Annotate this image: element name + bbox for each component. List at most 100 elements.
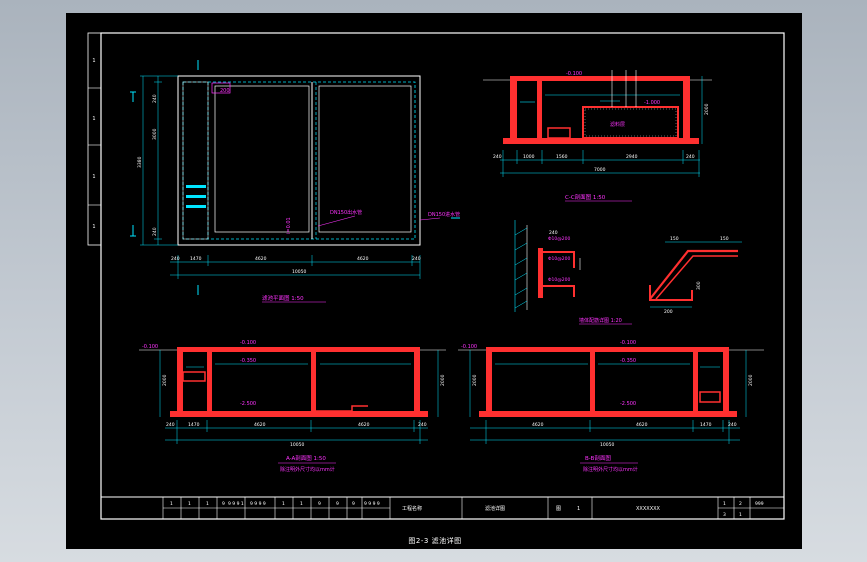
binding-text-1: 1 — [92, 58, 95, 64]
aa-level-water: -0.350 — [240, 358, 256, 364]
plan-dim-b3: 4620 — [255, 256, 267, 262]
bb-dim-b4: 240 — [728, 422, 737, 428]
bb-dim-b1: 4620 — [532, 422, 544, 428]
tb-drawing-name: 滤池详图 — [485, 505, 505, 512]
aa-divider-wall — [311, 350, 316, 412]
detail-channel-dim-side: 300 — [696, 281, 702, 290]
aa-dim-height: 2000 — [162, 374, 168, 386]
plan-dim-l1: 240 — [152, 94, 158, 103]
tb-cell-11: 9 — [352, 501, 355, 507]
tb-r3: 3 — [723, 512, 726, 518]
tb-r1: 1 — [723, 501, 726, 507]
plan-slope-label: i=0.01 — [286, 217, 292, 234]
tb-cell-9: 9 — [318, 501, 321, 507]
cc-dim-b5: 240 — [686, 154, 695, 160]
tb-cell-3: 1 — [206, 501, 209, 507]
cc-level-top: -0.100 — [566, 71, 582, 77]
tb-cell-7: 1 — [282, 501, 285, 507]
cc-level-mid: -1.000 — [644, 100, 660, 106]
aa-dim-b2: 1470 — [188, 422, 200, 428]
bb-dim-b3: 1470 — [700, 422, 712, 428]
tb-project: 工程名称 — [402, 505, 422, 512]
bb-channel-wall — [693, 350, 698, 414]
bb-title: B-B剖面图 — [585, 454, 611, 462]
aa-title: A-A剖面图 1:50 — [286, 454, 326, 462]
plan-dim-total: 10050 — [292, 269, 306, 275]
bb-dim-height: 2000 — [472, 374, 478, 386]
tb-cell-6: 9 9 9 9 — [250, 501, 266, 507]
aa-subtitle: 除注明外尺寸均以mm计 — [280, 466, 335, 473]
plan-dim-left-total: 3380 — [137, 156, 143, 168]
bb-dim-height-r: 2000 — [748, 374, 754, 386]
tb-cell-2: 1 — [188, 501, 191, 507]
cc-dim-b1: 240 — [493, 154, 502, 160]
bb-top-slab — [486, 347, 729, 352]
aa-level-top: -0.100 — [240, 340, 256, 346]
aa-right-wall — [414, 350, 420, 414]
bb-level-ground: -0.100 — [461, 344, 477, 350]
cc-dim-b4: 2940 — [626, 154, 638, 160]
tb-cell-1: 1 — [170, 501, 173, 507]
aa-base-slab — [170, 411, 428, 417]
plan-note-outlet: DN150出水管 — [330, 209, 362, 216]
tb-cell-5: 9 9 9 1 — [228, 501, 244, 507]
detail-wall-section — [538, 248, 543, 298]
plan-dim-l2: 3000 — [152, 128, 158, 140]
aa-channel-wall — [207, 350, 212, 414]
plan-dim-b4: 4620 — [357, 256, 369, 262]
cad-viewport: 1 1 1 1 200 DN150出水管 DN150进水管 i=0.01 240… — [0, 0, 867, 562]
detail-wall-rebar-2: Φ10@200 — [548, 256, 570, 262]
detail-channel-dim-top: 150 — [670, 236, 679, 242]
bb-level-bottom: -2.500 — [620, 401, 636, 407]
plan-dim-b5: 240 — [412, 256, 421, 262]
bb-level-top: -0.100 — [620, 340, 636, 346]
tb-r4: 1 — [739, 512, 742, 518]
aa-dim-b1: 240 — [166, 422, 175, 428]
tb-r2: 2 — [739, 501, 742, 507]
detail-wall-title: 墙体配筋详图 1:20 — [579, 317, 622, 324]
tb-cell-10: 9 — [336, 501, 339, 507]
aa-dim-total: 10050 — [290, 442, 304, 448]
binding-text-2: 1 — [92, 116, 95, 122]
tb-cell-4: 9 — [222, 501, 225, 507]
detail-channel-dim-top2: 150 — [720, 236, 729, 242]
tb-r5: 999 — [755, 501, 764, 507]
bb-dim-b2: 4620 — [636, 422, 648, 428]
detail-wall-rebar-3: Φ10@200 — [548, 277, 570, 283]
cc-dim-total: 7000 — [594, 167, 606, 173]
tb-cell-8: 1 — [300, 501, 303, 507]
plan-title: 滤池平面图 1:50 — [262, 294, 304, 302]
detail-wall-rebar-1: Φ10@200 — [548, 236, 570, 242]
bb-base-slab — [479, 411, 737, 417]
cc-dim-b3: 1560 — [556, 154, 568, 160]
cad-drawing-canvas[interactable]: 1 1 1 1 200 DN150出水管 DN150进水管 i=0.01 240… — [0, 0, 867, 562]
detail-channel-dim-bottom: 200 — [664, 309, 673, 315]
cc-title: C-C剖面图 1:50 — [565, 193, 606, 201]
plan-dim-l3: 240 — [152, 227, 158, 236]
aa-dim-b5: 240 — [418, 422, 427, 428]
aa-dim-b4: 4620 — [358, 422, 370, 428]
bb-right-wall — [723, 350, 729, 414]
tb-sheet-label: 图 — [556, 506, 561, 512]
drawing-sheet — [66, 13, 802, 549]
cc-note-filter: 滤料层 — [610, 121, 625, 128]
plan-label-200: 200 — [220, 88, 230, 94]
binding-text-3: 1 — [92, 174, 95, 180]
tb-drawing-no: XXXXXXX — [636, 506, 661, 512]
aa-level-ground: -0.100 — [142, 344, 158, 350]
cc-dim-height: 2000 — [704, 103, 710, 115]
image-caption: 图2-3 滤池详图 — [408, 537, 462, 545]
aa-dim-b3: 4620 — [254, 422, 266, 428]
bb-level-water: -0.350 — [620, 358, 636, 364]
binding-text-4: 1 — [92, 224, 95, 230]
tb-cell-12: 9 9 9 9 — [364, 501, 380, 507]
cc-top-slab — [510, 76, 690, 81]
aa-dim-height-r: 2000 — [440, 374, 446, 386]
cc-dim-b2: 1000 — [523, 154, 535, 160]
bb-subtitle: 除注明外尺寸均以mm计 — [583, 466, 638, 473]
detail-wall-dim: 240 — [549, 230, 558, 236]
aa-top-slab — [177, 347, 420, 352]
cc-left-wall — [510, 80, 517, 140]
aa-level-bottom: -2.500 — [240, 401, 256, 407]
aa-left-wall — [177, 350, 183, 414]
